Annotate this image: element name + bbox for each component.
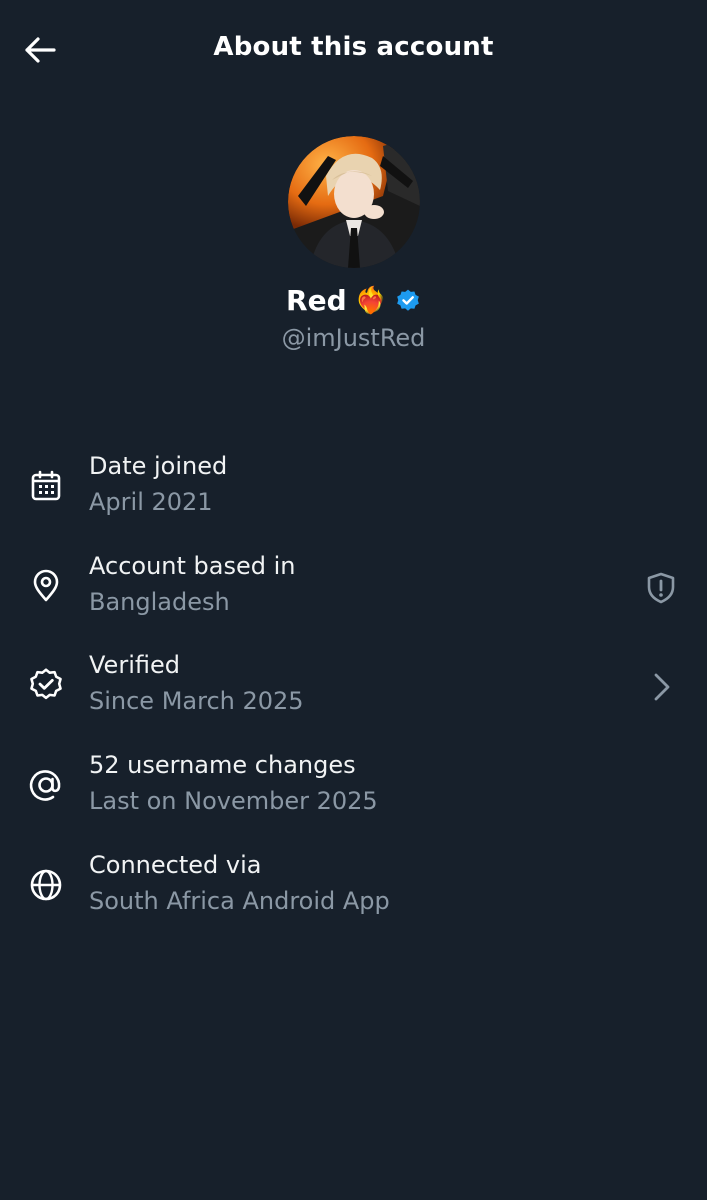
row-subtitle: Last on November 2025 bbox=[89, 787, 378, 815]
row-title: Account based in bbox=[89, 552, 296, 580]
page-title: About this account bbox=[213, 32, 494, 62]
profile-handle: @imJustRed bbox=[281, 324, 426, 352]
row-subtitle: April 2021 bbox=[89, 488, 213, 516]
row-title: Connected via bbox=[89, 851, 262, 879]
row-title: Date joined bbox=[89, 452, 228, 480]
row-subtitle: Since March 2025 bbox=[89, 687, 304, 715]
display-name: Red bbox=[286, 284, 347, 317]
location-pin-icon bbox=[26, 566, 66, 606]
globe-icon bbox=[26, 865, 66, 905]
row-title: Verified bbox=[89, 651, 180, 679]
verified-check-icon bbox=[26, 665, 66, 705]
info-row-date-joined: Date joined April 2021 bbox=[0, 446, 707, 530]
profile-avatar[interactable] bbox=[288, 136, 420, 268]
chevron-right-icon bbox=[641, 667, 681, 707]
info-row-account-based-in: Account based in Bangladesh bbox=[0, 546, 707, 630]
row-title: 52 username changes bbox=[89, 751, 356, 779]
verified-badge-icon bbox=[397, 289, 419, 311]
profile-name-row: Red ❤️‍🔥 bbox=[0, 284, 707, 317]
info-row-verified[interactable]: Verified Since March 2025 bbox=[0, 645, 707, 729]
top-app-bar: About this account bbox=[0, 0, 707, 98]
info-row-username-changes: 52 username changes Last on November 202… bbox=[0, 745, 707, 829]
shield-alert-icon[interactable] bbox=[641, 568, 681, 608]
row-subtitle: Bangladesh bbox=[89, 588, 230, 616]
calendar-icon bbox=[26, 466, 66, 506]
info-row-connected-via: Connected via South Africa Android App bbox=[0, 845, 707, 929]
row-subtitle: South Africa Android App bbox=[89, 887, 390, 915]
at-sign-icon bbox=[26, 765, 66, 805]
heart-on-fire-emoji: ❤️‍🔥 bbox=[354, 285, 387, 316]
